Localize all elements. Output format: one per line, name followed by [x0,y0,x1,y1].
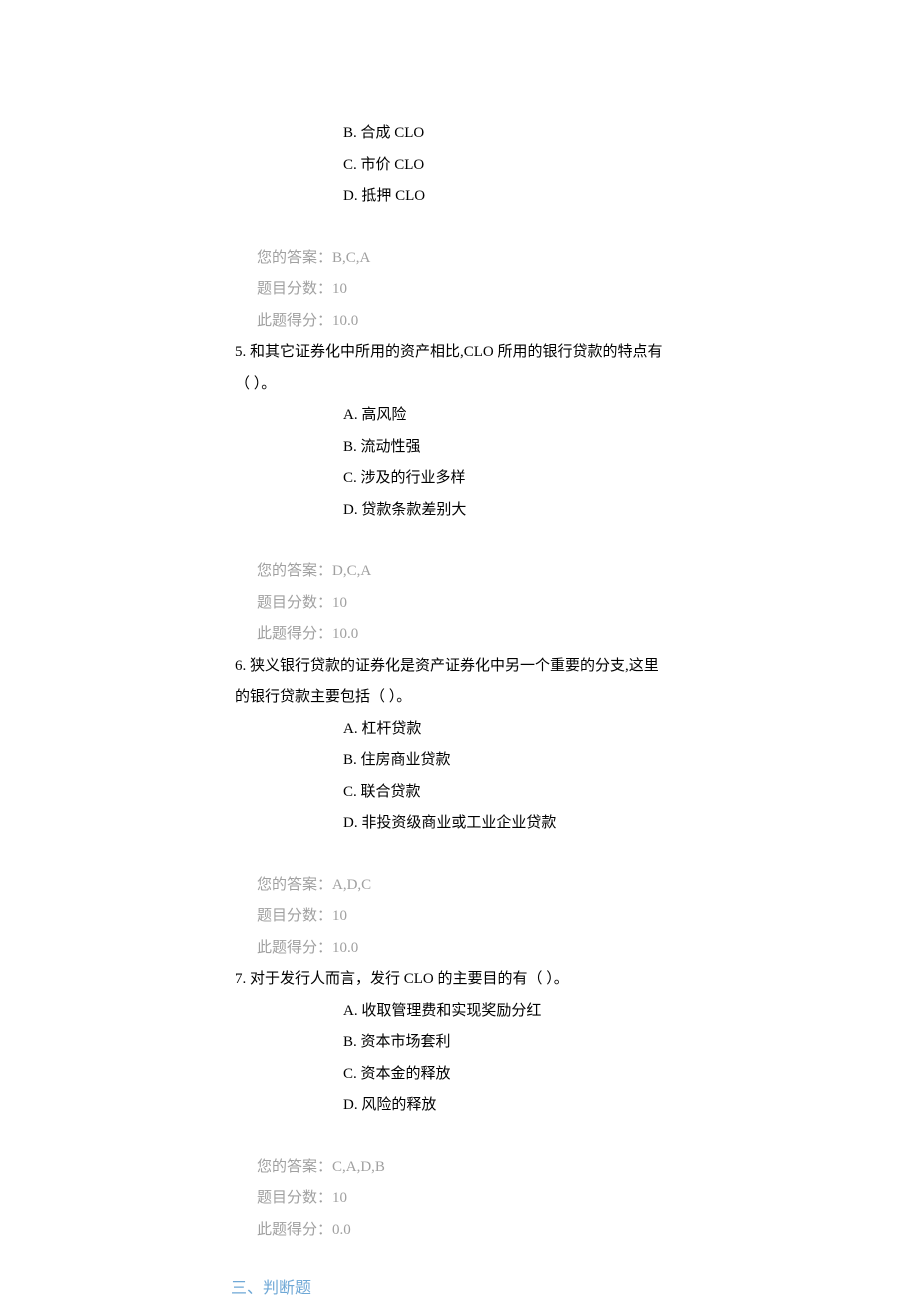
points-line: 题目分数：10 [235,274,760,306]
question-option: D. 风险的释放 [235,1090,760,1122]
points-line: 题目分数：10 [235,1183,760,1215]
question-option: B. 流动性强 [235,432,760,464]
score-line: 此题得分：10.0 [235,933,760,965]
answer-line: 您的答案：A,D,C [235,870,760,902]
score-line: 此题得分：10.0 [235,306,760,338]
question-stem: 5. 和其它证券化中所用的资产相比,CLO 所用的银行贷款的特点有 [235,337,760,369]
points-line: 题目分数：10 [235,588,760,620]
points-line: 题目分数：10 [235,901,760,933]
score-line: 此题得分：0.0 [235,1215,760,1247]
question-option: C. 涉及的行业多样 [235,463,760,495]
question-stem: 的银行贷款主要包括（ ）。 [235,682,760,714]
question-stem: （ ）。 [235,369,760,401]
question-option: A. 杠杆贷款 [235,714,760,746]
question-option: D. 贷款条款差别大 [235,495,760,527]
question-option: B. 合成 CLO [235,118,760,150]
answer-line: 您的答案：C,A,D,B [235,1152,760,1184]
question-option: C. 联合贷款 [235,777,760,809]
question-option: A. 高风险 [235,400,760,432]
document-page: B. 合成 CLO C. 市价 CLO D. 抵押 CLO 您的答案：B,C,A… [0,0,920,1302]
question-option: C. 市价 CLO [235,150,760,182]
section-heading: 三、判断题 [231,1246,760,1306]
question-option: A. 收取管理费和实现奖励分红 [235,996,760,1028]
question-option: D. 抵押 CLO [235,181,760,213]
score-line: 此题得分：10.0 [235,619,760,651]
question-option: B. 住房商业贷款 [235,745,760,777]
question-stem: 6. 狭义银行贷款的证券化是资产证券化中另一个重要的分支,这里 [235,651,760,683]
page-content: B. 合成 CLO C. 市价 CLO D. 抵押 CLO 您的答案：B,C,A… [0,0,920,1306]
question-option: B. 资本市场套利 [235,1027,760,1059]
question-option: D. 非投资级商业或工业企业贷款 [235,808,760,840]
answer-line: 您的答案：B,C,A [235,243,760,275]
question-option: C. 资本金的释放 [235,1059,760,1091]
question-stem: 7. 对于发行人而言，发行 CLO 的主要目的有（ ）。 [235,964,760,996]
answer-line: 您的答案：D,C,A [235,556,760,588]
